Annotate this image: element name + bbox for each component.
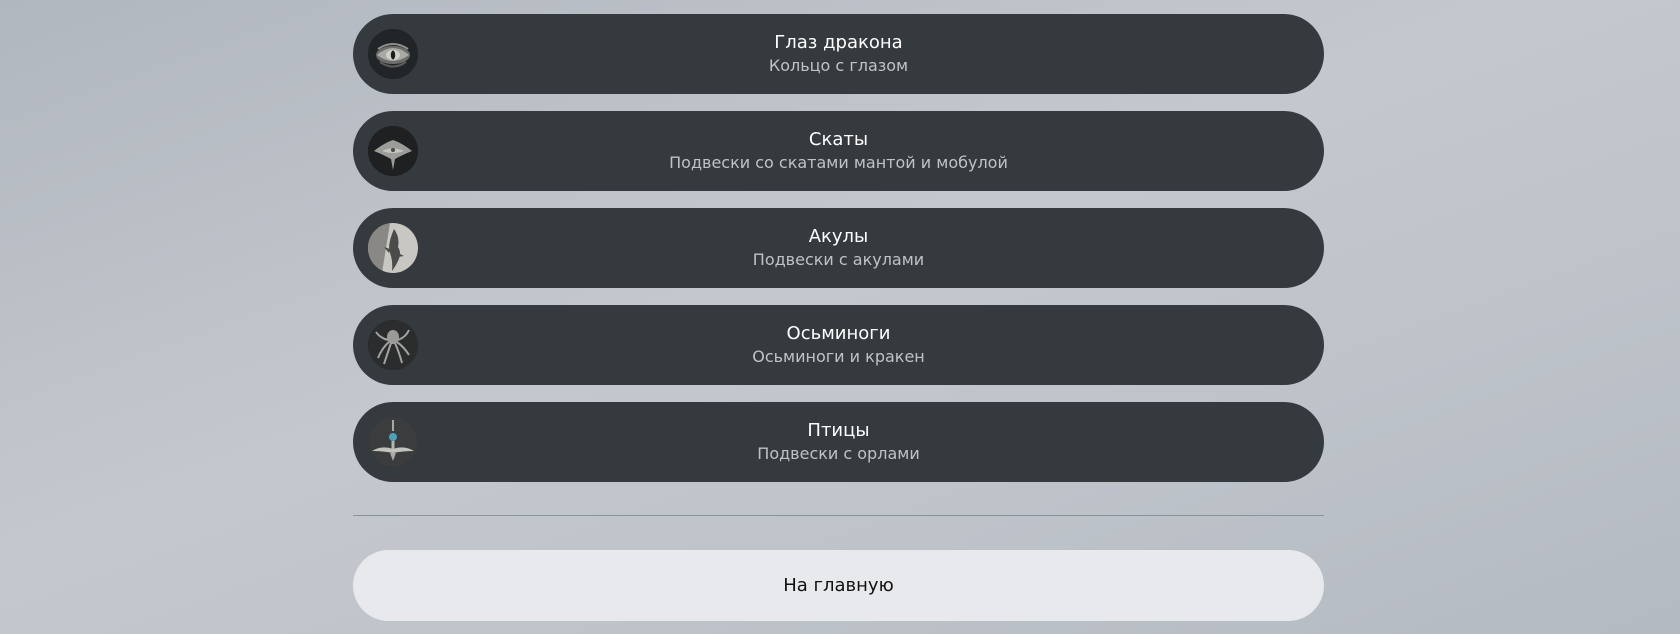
menu-item-title: Глаз дракона xyxy=(774,32,903,53)
menu-item-subtitle: Осьминоги и кракен xyxy=(752,347,925,366)
menu-item-text: Скаты Подвески со скатами мантой и мобул… xyxy=(353,128,1324,174)
menu-item-text: Осьминоги Осьминоги и кракен xyxy=(353,322,1324,368)
menu-item-text: Глаз дракона Кольцо с глазом xyxy=(353,31,1324,77)
menu-item-sharks[interactable]: Акулы Подвески с акулами xyxy=(353,208,1324,288)
menu-item-subtitle: Кольцо с глазом xyxy=(768,56,909,75)
menu-item-title: Акулы xyxy=(808,226,869,247)
menu-item-text: Птицы Подвески с орлами xyxy=(353,419,1324,465)
menu-item-title: Птицы xyxy=(807,420,870,441)
menu-item-subtitle: Подвески со скатами мантой и мобулой xyxy=(669,153,1008,172)
menu-item-title: Скаты xyxy=(808,129,869,150)
home-button[interactable]: На главную xyxy=(353,550,1324,621)
menu-item-text: Акулы Подвески с акулами xyxy=(353,225,1324,271)
divider xyxy=(353,515,1324,516)
menu-item-subtitle: Подвески с орлами xyxy=(757,444,920,463)
home-button-label: На главную xyxy=(783,575,894,596)
category-menu: Глаз дракона Кольцо с глазом Скаты Подве… xyxy=(353,14,1324,499)
menu-item-rays[interactable]: Скаты Подвески со скатами мантой и мобул… xyxy=(353,111,1324,191)
menu-item-birds[interactable]: Птицы Подвески с орлами xyxy=(353,402,1324,482)
menu-item-dragon-eye[interactable]: Глаз дракона Кольцо с глазом xyxy=(353,14,1324,94)
menu-item-octopus[interactable]: Осьминоги Осьминоги и кракен xyxy=(353,305,1324,385)
menu-item-subtitle: Подвески с акулами xyxy=(752,250,925,269)
menu-item-title: Осьминоги xyxy=(786,323,891,344)
